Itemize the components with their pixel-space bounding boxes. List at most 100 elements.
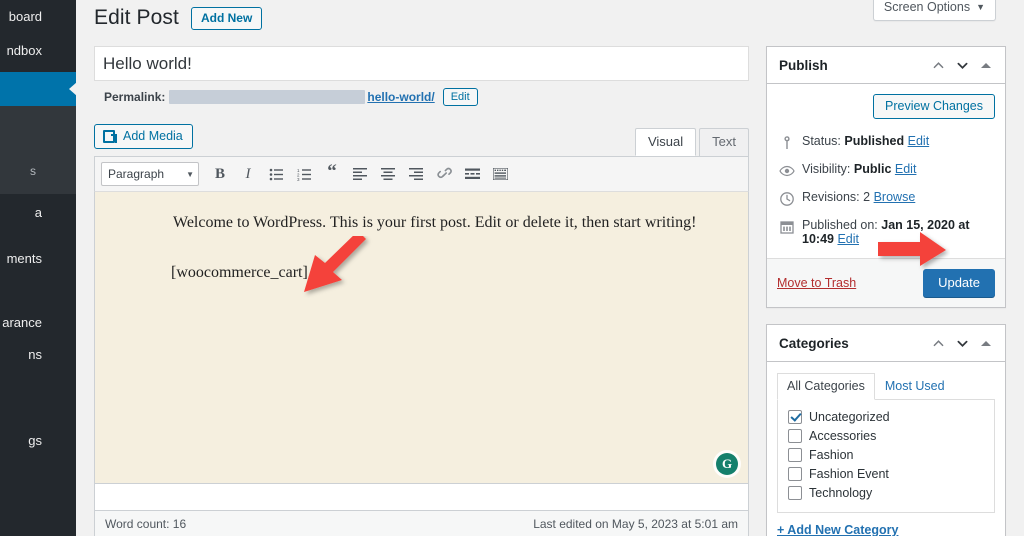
sidebar-item-posts[interactable] [0,72,76,106]
visibility-eye-icon [779,163,795,179]
sidebar-item-media[interactable]: a [0,196,76,230]
add-media-button[interactable]: Add Media [94,124,193,149]
status-edit-link[interactable]: Edit [908,134,930,148]
update-button[interactable]: Update [923,269,995,297]
visibility-value: Public [853,162,892,176]
preview-changes-button[interactable]: Preview Changes [873,94,995,119]
sidebar-item-media-label: a [34,205,42,220]
publish-box: Publish Preview Changes Status: Publishe… [766,46,1006,308]
sidebar-item-appearance[interactable]: arance [0,306,76,340]
editor-canvas[interactable]: Welcome to WordPress. This is your first… [94,192,749,484]
minor-publishing-actions: Preview Changes Status: Published Edit V… [767,84,1005,252]
page-title: Edit Post [94,6,179,29]
move-down-icon[interactable] [951,55,973,75]
category-label: Uncategorized [809,410,890,424]
post-editor: Add Media Visual Text Paragraph ▼ B I 1 … [94,124,749,536]
sidebar-subitem-all-posts[interactable] [0,106,76,132]
status-label: Status: [802,134,841,148]
meta-sidebar: Publish Preview Changes Status: Publishe… [766,46,1006,536]
publish-box-title: Publish [779,57,828,73]
editor-body: Welcome to WordPress. This is your first… [95,192,748,286]
visibility-text: Visibility: Public Edit [802,162,916,176]
sidebar-item-settings-label: gs [28,433,42,448]
preview-row: Preview Changes [777,94,995,119]
screen-options-button[interactable]: Screen Options ▼ [872,0,996,21]
sidebar-subitem-add-new[interactable] [0,132,76,158]
status-value: Published [844,134,905,148]
revisions-value: 2 [863,190,871,204]
list-item[interactable]: Uncategorized [788,408,986,427]
publish-box-handles [927,55,1003,75]
revisions-row: Revisions: 2 Browse [777,185,995,213]
sidebar-item-comments[interactable]: ments [0,242,76,276]
sidebar-subitem-categories[interactable]: s [0,158,76,184]
add-new-post-button[interactable]: Add New [190,6,263,30]
move-up-icon[interactable] [927,333,949,353]
checkbox-fashion-event[interactable] [788,467,802,481]
sidebar-item-settings[interactable]: gs [0,424,76,458]
checkbox-fashion[interactable] [788,448,802,462]
tab-most-used[interactable]: Most Used [875,373,955,400]
tab-all-categories[interactable]: All Categories [777,373,875,400]
paragraph-format-select[interactable]: Paragraph ▼ [101,162,199,186]
bold-icon[interactable]: B [207,162,233,186]
visibility-edit-link[interactable]: Edit [895,162,917,176]
checkbox-accessories[interactable] [788,429,802,443]
checkbox-technology[interactable] [788,486,802,500]
chevron-down-icon: ▼ [186,169,194,179]
read-more-icon[interactable] [459,162,485,186]
grammarly-icon[interactable]: G [716,453,738,475]
editor-toolbar: Paragraph ▼ B I 123 “ [94,156,749,192]
move-up-icon[interactable] [927,55,949,75]
revisions-text: Revisions: 2 Browse [802,190,915,204]
tab-visual[interactable]: Visual [634,128,697,156]
publish-box-header: Publish [767,47,1005,84]
add-new-category-link[interactable]: + Add New Category [777,523,898,536]
list-item[interactable]: Accessories [788,427,986,446]
link-icon[interactable] [431,162,457,186]
editor-top-bar: Add Media Visual Text [94,124,749,156]
bulleted-list-icon[interactable] [263,162,289,186]
sidebar-item-sandbox[interactable]: ndbox [0,34,76,68]
blockquote-icon[interactable]: “ [319,162,345,186]
revisions-browse-link[interactable]: Browse [874,190,916,204]
align-center-icon[interactable] [375,162,401,186]
checkbox-uncategorized[interactable] [788,410,802,424]
last-edited: Last edited on May 5, 2023 at 5:01 am [533,517,738,531]
permalink-slug-link[interactable]: hello-world/ [367,90,434,104]
align-right-icon[interactable] [403,162,429,186]
move-to-trash-link[interactable]: Move to Trash [777,276,856,290]
categories-box-handles [927,333,1003,353]
list-item[interactable]: Technology [788,484,986,503]
toolbar-toggle-icon[interactable] [487,162,513,186]
tab-text[interactable]: Text [699,128,749,156]
permalink-row: Permalink: hello-world/ Edit [94,88,749,106]
page-title-row: Edit Post Add New [94,6,263,30]
sidebar-subitem-categories-label: s [30,164,36,178]
move-down-icon[interactable] [951,333,973,353]
visibility-row: Visibility: Public Edit [777,157,995,185]
editor-mode-tabs: Visual Text [634,128,749,156]
categories-box-title: Categories [779,335,849,351]
align-left-icon[interactable] [347,162,373,186]
list-item[interactable]: Fashion [788,446,986,465]
revisions-label: Revisions: [802,190,860,204]
edit-permalink-button[interactable]: Edit [442,88,478,106]
visibility-label: Visibility: [802,162,851,176]
toggle-panel-icon[interactable] [975,333,997,353]
published-on-edit-link[interactable]: Edit [837,232,859,246]
editor-resize-gap [94,484,749,510]
published-on-text: Published on: Jan 15, 2020 at 10:49 Edit [802,218,995,246]
editor-paragraph-1: Welcome to WordPress. This is your first… [173,214,697,231]
numbered-list-icon[interactable]: 123 [291,162,317,186]
published-on-label: Published on: [802,218,878,232]
toggle-panel-icon[interactable] [975,55,997,75]
post-title-input[interactable] [94,46,749,81]
categories-checklist[interactable]: Uncategorized Accessories Fashion Fashio… [777,400,995,513]
sidebar-item-plugins[interactable]: ns [0,338,76,372]
post-status-icon [779,135,795,151]
italic-icon[interactable]: I [235,162,261,186]
sidebar-item-dashboard[interactable]: board [0,0,76,34]
chevron-down-icon: ▼ [976,2,985,12]
list-item[interactable]: Fashion Event [788,465,986,484]
